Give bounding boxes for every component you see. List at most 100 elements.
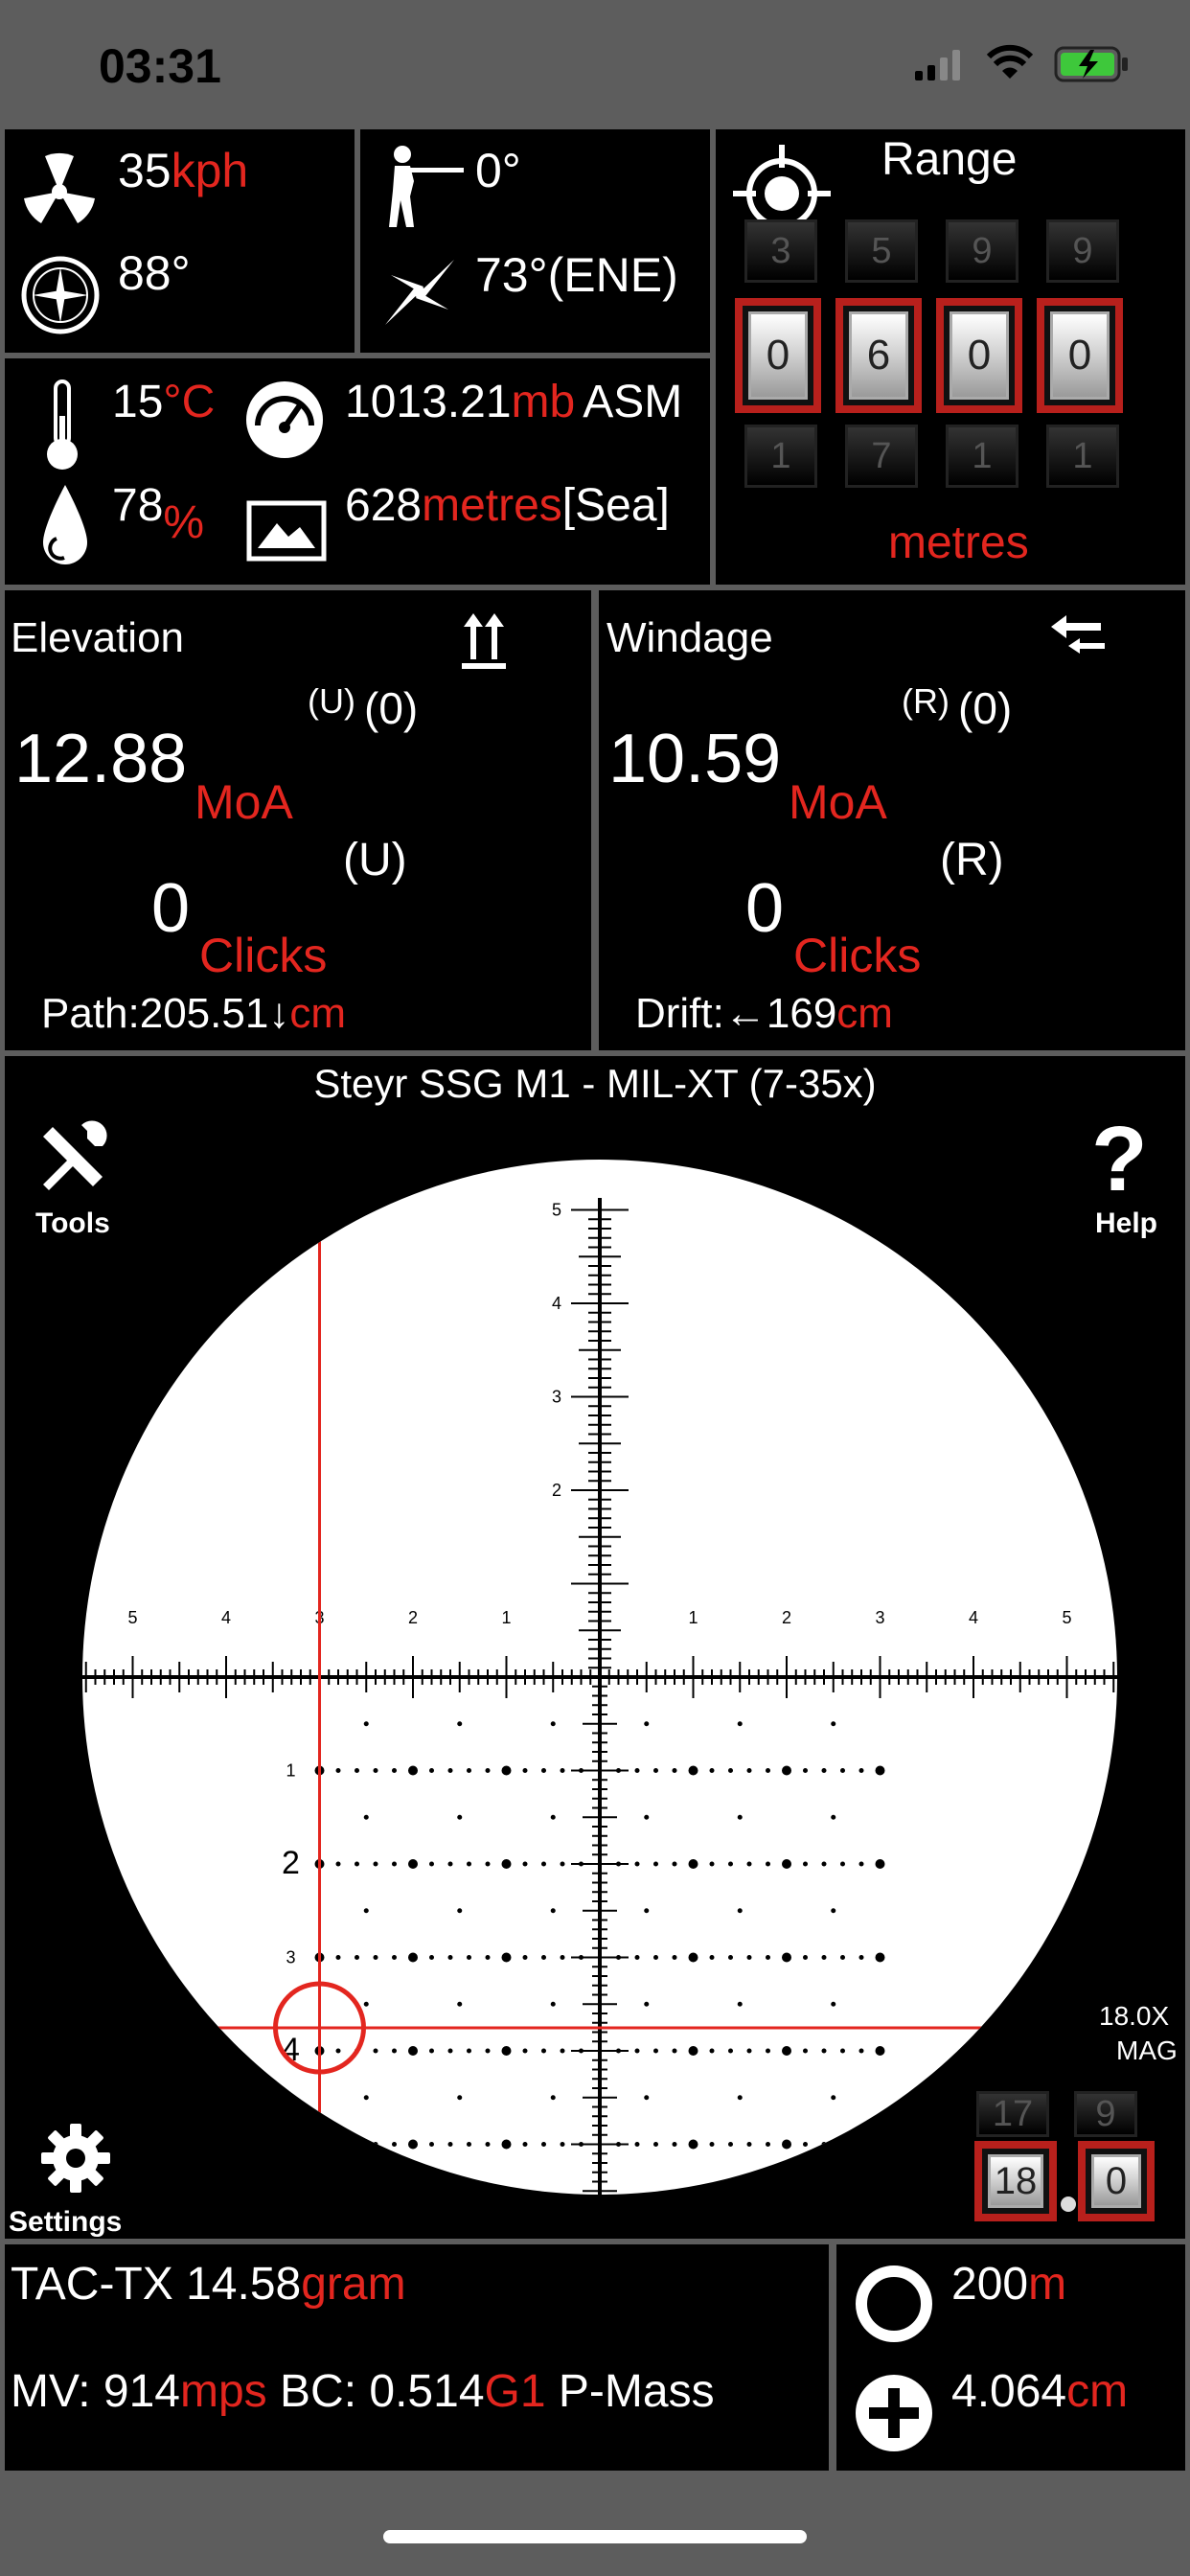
reticle-dot [653,1861,658,1867]
humidity: 78 [112,480,164,531]
pressure: 1013.21 [345,377,512,427]
reticle-dot [550,2095,556,2101]
reticle-dot [408,1859,418,1869]
reticle-dot [467,2048,471,2054]
reticle-dot [467,1861,471,1867]
reticle-dot [560,1861,565,1867]
reticle-dot [672,2048,677,2054]
reticle-dot [766,1768,770,1773]
heading: 73°(ENE) [475,248,678,302]
reticle-dot [541,1955,546,1960]
reticle-dot [728,2048,733,2054]
zero-distance: 200 [951,2259,1029,2310]
reticle-dot [782,2046,791,2056]
reticle-dot [709,2142,715,2147]
range-unit: metres [888,518,1029,568]
reticle-dot [858,1861,864,1867]
reticle-dot [737,1721,743,1727]
tools-button[interactable]: Tools [28,1119,124,1254]
reticle-dot [821,1955,827,1960]
reticle-dot [728,2142,733,2147]
atmosphere-panel[interactable]: 15°C 1013.21mb ASM 78% 628metres[Sea] [5,358,710,585]
reticle-dot [644,1814,650,1820]
wind-fan-icon [24,152,95,223]
magnification-value: 18.0X [1099,2001,1170,2031]
reticle-dot [485,1861,491,1867]
windage-clicks: 0 [745,870,785,947]
range-digit-above-1: 3 [744,219,817,283]
scope-reticle-view[interactable]: 543211234554321234 [82,1160,1117,2195]
help-icon: ? [1091,1108,1148,1210]
ammo-weight-unit: gram [301,2259,406,2310]
reticle-dot [501,1765,512,1776]
reticle-dot [644,1721,650,1727]
reticle-dot [560,1955,565,1960]
range-digit-below-1: 1 [744,425,817,488]
reticle-dot [634,1955,640,1960]
reticle-dot [373,1955,378,1960]
elevation-clicks-label: Clicks [199,929,328,982]
range-digit-2[interactable]: 6 [835,298,922,413]
mag-digit-2[interactable]: 0 [1078,2141,1155,2221]
up-arrows-icon[interactable] [460,610,508,671]
range-digit-above-3: 9 [946,219,1018,283]
reticle-dot [644,1908,650,1914]
range-digit-1[interactable]: 0 [735,298,821,413]
mv-label: MV: [11,2366,91,2417]
left-arrows-icon[interactable] [1047,611,1109,659]
home-indicator[interactable] [383,2530,807,2543]
ammo-panel[interactable]: TAC-TX 14.58gram MV: 914mps BC: 0.514G1 … [5,2244,829,2471]
reticle-dot [766,2142,770,2147]
reticle-dot [746,2142,752,2147]
range-digit-3[interactable]: 0 [936,298,1022,413]
reticle-dot [408,2139,418,2150]
elevation-panel[interactable]: Elevation (U) (0) 12.88 MoA (U) 0 Clicks… [5,590,591,1050]
reticle-dot [672,2142,677,2147]
reticle-dot [821,1861,827,1867]
range-digit-below-2: 7 [845,425,918,488]
range-digit-4[interactable]: 0 [1037,298,1123,413]
settings-button[interactable]: Settings [5,2122,158,2237]
reticle-dot [875,1952,885,1963]
reticle-dot [746,2048,752,2054]
ammo-weight: 14.58 [186,2259,302,2310]
reticle-dot [467,1955,471,1960]
zero-panel[interactable]: 200m 4.064cm [836,2244,1185,2471]
reticle-dot [766,1861,770,1867]
windage-title: Windage [606,614,773,661]
reticle-dot [392,2048,397,2054]
reticle-holdover-label: 1 [286,1761,295,1781]
ammo-name: TAC-TX [11,2259,173,2310]
reticle-dot [803,2142,808,2147]
angle-panel[interactable]: 0° 73°(ENE) [360,129,710,353]
altitude-unit: metres [422,480,562,531]
reticle-dot [373,2048,378,2054]
range-panel[interactable]: Range 3 5 9 9 0 6 0 0 1 7 1 1 metres [716,129,1185,585]
mag-digit-above-1: 17 [976,2091,1049,2137]
windage-panel[interactable]: Windage (R) (0) 10.59 MoA (R) 0 Clicks D… [599,590,1185,1050]
reticle-dot [653,1955,658,1960]
reticle-h-label: 5 [127,1608,137,1627]
mag-digit-1[interactable]: 18 [974,2141,1057,2221]
reticle-dot [644,2095,650,2101]
reticle-dot [392,1955,397,1960]
wind-panel[interactable]: 35kph 88° [5,129,355,353]
windage-clicks-dir: (R) [940,835,1004,886]
elevation-dir: (U) [308,681,355,721]
reticle-dot [803,1768,808,1773]
reticle-dot [447,1955,453,1960]
reticle-dot [840,1955,845,1960]
reticle-dot [688,2046,698,2056]
sight-height: 4.064 [951,2366,1067,2417]
help-button[interactable]: ? Help [1066,1114,1172,1254]
zero-range-circle-icon [856,2266,932,2342]
reticle-dot [447,1768,453,1773]
cellular-signal-icon [915,50,960,80]
reticle-dot [579,2142,584,2147]
reticle-dot [392,1768,397,1773]
wind-speed-unit: kph [171,144,249,197]
reticle-dot [429,1955,434,1960]
reticle-dot [782,1859,791,1869]
reticle-dot [457,1814,463,1820]
scope-title: Steyr SSG M1 - MIL-XT (7-35x) [313,1061,877,1106]
